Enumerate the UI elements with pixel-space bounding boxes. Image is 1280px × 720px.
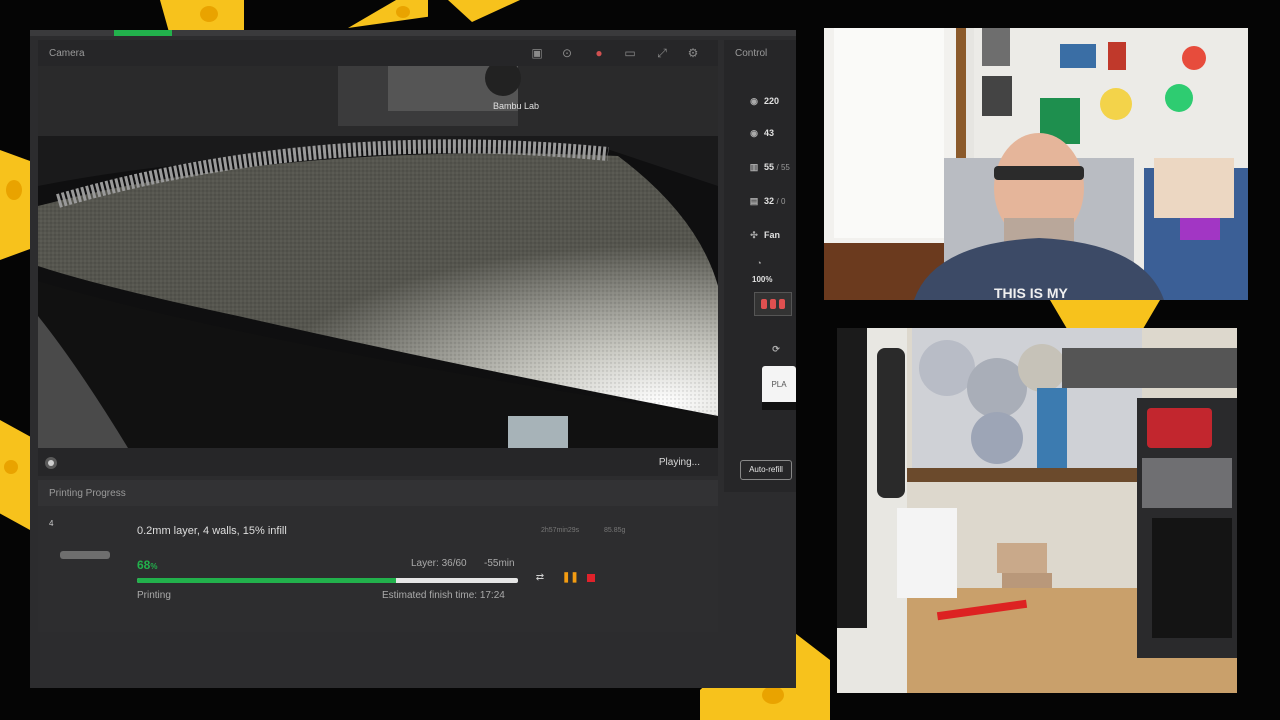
timelapse-icon[interactable]: ⊙	[559, 45, 575, 61]
feed-brand-label: Bambu Lab	[493, 101, 539, 111]
cheese-decoration	[1050, 300, 1160, 328]
aux-icon: ▤	[749, 196, 759, 206]
ams-slot[interactable]	[754, 292, 792, 316]
cheese-decoration	[348, 0, 428, 28]
camera-title: Camera	[49, 48, 85, 59]
cheese-decoration	[0, 150, 30, 260]
job-title: 0.2mm layer, 4 walls, 15% infill	[137, 525, 287, 537]
layer-count: Layer: 36/60	[411, 558, 467, 569]
bed-temp-value: 43	[764, 128, 775, 138]
bed-temp-row[interactable]: ◉ 43	[748, 128, 774, 139]
progress-percent: 68%	[137, 558, 157, 572]
chamber-icon: ▥	[749, 162, 759, 172]
nozzle-temp-row[interactable]: ◉ 220	[748, 96, 779, 107]
camera-feed-image: Bambu Lab	[38, 66, 718, 448]
settings-icon[interactable]: ⚙	[685, 45, 701, 61]
fullscreen-icon[interactable]: ⤢	[654, 45, 670, 61]
camera-feed: Bambu Lab	[38, 66, 718, 448]
ams-filament-2	[770, 299, 776, 309]
print-duration: 2h57min29s	[541, 527, 580, 534]
filament-card[interactable]: PLA	[762, 366, 796, 410]
swap-icon[interactable]: ⇄	[534, 572, 546, 584]
chamber-target: / 55	[776, 163, 790, 172]
control-title: Control	[735, 48, 768, 59]
printer-app-window: Camera ▣ ⊙ ● ▭ ⤢ ⚙ Bambu Lab Playing... …	[30, 30, 796, 688]
chamber-value: 55	[764, 162, 775, 172]
plate-number: 4	[49, 519, 54, 528]
snapshot-button[interactable]	[45, 457, 57, 469]
filament-label: PLA	[771, 380, 787, 389]
print-weight: 85.85g	[604, 527, 626, 534]
progress-percent-unit: %	[150, 562, 158, 571]
nozzle-icon: ◉	[750, 96, 758, 106]
pause-icon[interactable]: ❚❚	[562, 572, 579, 584]
aux-row[interactable]: ▤ 32 / 0	[748, 196, 786, 207]
load-icon: ⟳	[772, 344, 780, 354]
aux-target: / 0	[776, 197, 786, 206]
record-icon[interactable]: ●	[591, 45, 607, 61]
webcam-workshop-image	[837, 328, 1237, 693]
plate-thumbnail	[60, 551, 110, 559]
sd-card-icon[interactable]: ▣	[529, 45, 545, 61]
stop-icon[interactable]	[585, 572, 597, 584]
control-panel: Control ◉ 220 ◉ 43 ▥ 55 / 55 ▤ 32 / 0 ✣ Fan ◔…	[724, 40, 796, 492]
fan-row[interactable]: ✣ Fan	[748, 230, 780, 241]
camera-footer: Playing...	[38, 448, 718, 476]
webcam-workshop	[837, 328, 1237, 693]
progress-header: Printing Progress	[38, 480, 718, 506]
nozzle-temp-value: 220	[764, 96, 780, 106]
cheese-decoration	[0, 420, 30, 530]
bed-icon: ◉	[750, 128, 758, 138]
progress-percent-number: 68	[137, 558, 151, 572]
filament-color-bar	[762, 402, 796, 410]
webcam-streamer: THIS IS MY	[824, 28, 1248, 300]
load-icon-row[interactable]: ⟳	[770, 344, 786, 355]
progress-bar	[137, 578, 518, 583]
fan-label: Fan	[764, 230, 781, 240]
time-remaining: -55min	[484, 558, 515, 569]
estimated-finish: Estimated finish time: 17:24	[382, 590, 505, 601]
speed-icon-row[interactable]: ◔	[753, 258, 769, 268]
camera-panel: Camera ▣ ⊙ ● ▭ ⤢ ⚙ Bambu Lab Playing...	[38, 40, 718, 476]
chamber-row[interactable]: ▥ 55 / 55	[748, 162, 790, 173]
progress-body: 4 0.2mm layer, 4 walls, 15% infill 2h57m…	[38, 506, 718, 632]
auto-refill-button[interactable]: Auto-refill	[740, 460, 792, 480]
webcam-streamer-image: THIS IS MY	[824, 28, 1248, 300]
fan-icon: ✣	[750, 230, 758, 240]
aux-value: 32	[764, 196, 775, 206]
ams-filament-1	[761, 299, 767, 309]
camera-header: Camera ▣ ⊙ ● ▭ ⤢ ⚙	[38, 40, 718, 66]
video-icon[interactable]: ▭	[622, 45, 638, 61]
ams-filament-3	[779, 299, 785, 309]
progress-title: Printing Progress	[49, 488, 126, 499]
cheese-decoration	[448, 0, 520, 22]
print-status: Printing	[137, 590, 171, 601]
window-top-bar	[30, 30, 796, 36]
playback-status: Playing...	[658, 457, 700, 468]
cheese-decoration	[160, 0, 244, 30]
progress-bar-fill	[137, 578, 397, 583]
active-indicator	[114, 30, 172, 36]
speed-icon: ◔	[756, 258, 762, 268]
speed-value[interactable]: 100%	[752, 275, 772, 284]
shirt-text: THIS IS MY	[994, 285, 1069, 300]
printing-progress-panel: Printing Progress 4 0.2mm layer, 4 walls…	[38, 480, 718, 632]
